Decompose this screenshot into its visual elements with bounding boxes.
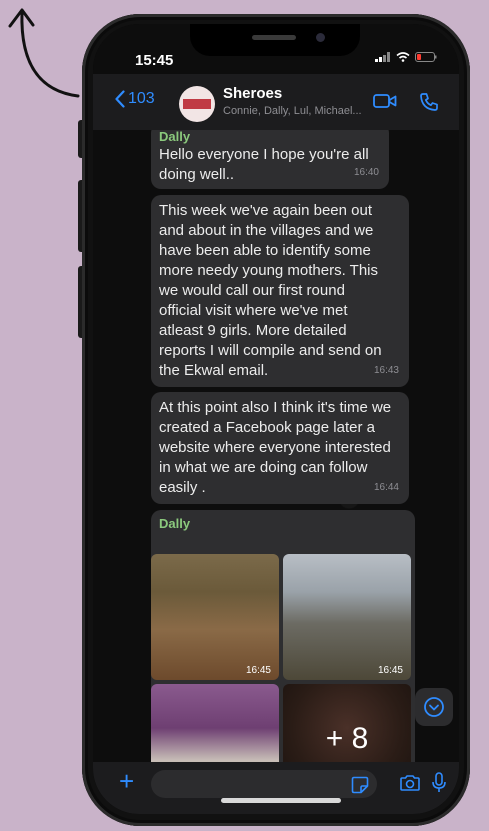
wifi-icon [396,52,410,62]
message-text: Hello everyone I hope you're all doing w… [159,146,369,183]
status-time: 15:45 [135,52,174,69]
battery-low-icon [415,52,437,62]
group-avatar[interactable] [179,86,215,122]
back-button[interactable]: 103 [115,90,155,108]
camera-icon[interactable] [399,774,421,792]
avatar-logo [183,99,211,109]
speaker [252,35,296,40]
curved-arrow-icon [8,8,80,98]
front-camera [316,33,325,42]
photo-thumbnail[interactable]: 16:45 [151,554,279,680]
signal-icon [375,52,390,62]
chat-header: 103 Sheroes Connie, Dally, Lul, Michael.… [93,74,459,130]
phone-screen: 15:45 103 Sheroes Connie, Dally, Lul, Mi… [93,24,459,814]
photo-thumbnail[interactable]: 16:45 [283,554,411,680]
message-time: 16:40 [353,167,379,178]
unread-count: 103 [128,90,155,107]
group-name[interactable]: Sheroes [223,85,282,102]
sticker-icon[interactable] [351,776,369,794]
message-bubble[interactable]: At this point also I think it's time we … [151,392,409,504]
microphone-icon[interactable] [431,772,447,794]
message-text: This week we've again been out and about… [159,202,382,379]
attach-plus-icon[interactable]: + [119,768,134,794]
message-bubble[interactable]: Dally Hello everyone I hope you're all d… [151,123,389,189]
message-sender: Dally [159,129,191,144]
scroll-to-bottom-button[interactable] [415,688,453,726]
status-icons [375,52,437,62]
chevron-left-icon [115,90,125,108]
message-time: 16:44 [373,482,399,493]
more-photos-count: + 8 [325,722,369,755]
message-time: 16:43 [373,365,399,376]
group-members: Connie, Dally, Lul, Michael... [223,105,362,117]
photo-time: 16:45 [245,665,271,676]
chevron-down-circle-icon [424,697,444,717]
phone-call-icon[interactable] [419,92,439,112]
photo-time: 16:45 [377,665,403,676]
message-input[interactable] [151,770,377,798]
message-text: At this point also I think it's time we … [159,399,392,496]
message-bubble[interactable]: This week we've again been out and about… [151,195,409,387]
message-sender: Dally [159,516,191,531]
notch [190,24,360,56]
video-call-icon[interactable] [373,92,397,110]
message-composer: + [93,762,459,814]
home-indicator[interactable] [221,798,341,803]
